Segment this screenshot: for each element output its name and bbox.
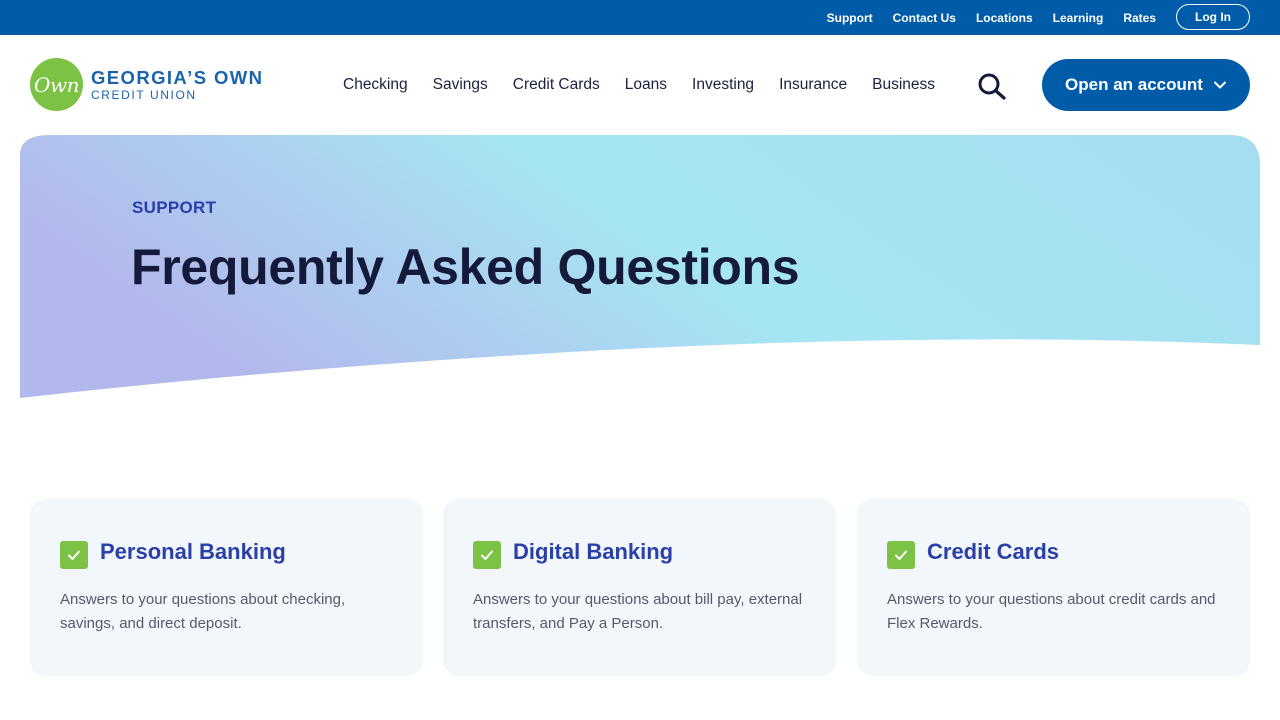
check-icon (473, 541, 501, 569)
card-description: Answers to your questions about checking… (60, 591, 346, 632)
card-digital-banking[interactable]: Digital Banking Answers to your question… (443, 499, 836, 676)
main-header: Own GEORGIA’S OWN CREDIT UNION Checking … (0, 35, 1280, 135)
logo-name-line2: CREDIT UNION (91, 87, 197, 102)
card-title: Personal Banking (100, 539, 286, 564)
check-icon (60, 541, 88, 569)
hero-eyebrow: SUPPORT (132, 198, 217, 217)
check-icon (887, 541, 915, 569)
open-account-button[interactable]: Open an account (1042, 59, 1250, 111)
nav-item-credit-cards[interactable]: Credit Cards (513, 76, 600, 94)
faq-categories: Personal Banking Answers to your questio… (30, 499, 1250, 676)
nav-item-business[interactable]: Business (872, 76, 935, 94)
search-icon[interactable] (976, 72, 1008, 100)
utility-link-learning[interactable]: Learning (1053, 11, 1104, 25)
open-account-label: Open an account (1065, 75, 1203, 94)
card-title: Digital Banking (513, 539, 674, 564)
nav-item-loans[interactable]: Loans (625, 76, 667, 94)
chevron-down-icon (1213, 81, 1226, 89)
page-title: Frequently Asked Questions (131, 239, 800, 295)
card-description: Answers to your questions about credit c… (887, 591, 1216, 632)
main-nav: Checking Savings Credit Cards Loans Inve… (343, 73, 935, 97)
card-credit-cards[interactable]: Credit Cards Answers to your questions a… (857, 499, 1250, 676)
utility-link-locations[interactable]: Locations (976, 11, 1033, 25)
nav-item-insurance[interactable]: Insurance (779, 76, 847, 94)
nav-item-investing[interactable]: Investing (692, 76, 754, 94)
card-title: Credit Cards (927, 539, 1060, 564)
utility-link-support[interactable]: Support (827, 11, 873, 25)
utility-link-contact-us[interactable]: Contact Us (893, 11, 956, 25)
nav-item-checking[interactable]: Checking (343, 76, 408, 94)
brand-logo[interactable]: Own GEORGIA’S OWN CREDIT UNION (30, 58, 263, 111)
card-description: Answers to your questions about bill pay… (473, 591, 803, 632)
logo-name-line1: GEORGIA’S OWN (91, 66, 264, 88)
logo-mark: Own (30, 58, 83, 111)
login-button[interactable]: Log In (1176, 3, 1250, 30)
utility-bar: Support Contact Us Locations Learning Ra… (0, 0, 1280, 35)
utility-nav: Support Contact Us Locations Learning Ra… (827, 0, 1250, 35)
logo-text: GEORGIA’S OWN CREDIT UNION (91, 66, 264, 102)
nav-item-savings[interactable]: Savings (433, 76, 488, 94)
card-personal-banking[interactable]: Personal Banking Answers to your questio… (30, 499, 423, 676)
utility-link-rates[interactable]: Rates (1123, 11, 1156, 25)
